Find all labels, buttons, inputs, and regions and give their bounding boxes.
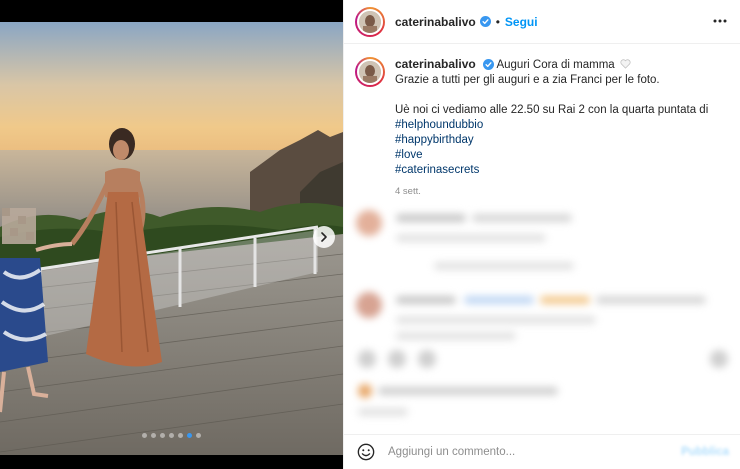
carousel-dot — [169, 433, 174, 438]
carousel-dot — [142, 433, 147, 438]
hashtag-link[interactable]: #caterinasecrets — [395, 163, 715, 178]
chevron-right-icon — [321, 232, 327, 242]
carousel-next-button[interactable] — [313, 226, 335, 248]
follow-button[interactable]: Segui — [505, 15, 538, 29]
more-horizontal-icon[interactable] — [713, 13, 727, 29]
white-heart-icon — [620, 59, 631, 69]
carousel-dot — [160, 433, 165, 438]
author-username[interactable]: caterinabalivo — [395, 15, 476, 29]
verified-badge-icon — [482, 59, 494, 70]
carousel-indicator — [0, 433, 343, 438]
carousel-dot — [196, 433, 201, 438]
publish-button[interactable]: Pubblica — [681, 446, 729, 458]
post-photo — [0, 0, 343, 469]
author-avatar[interactable] — [355, 6, 385, 37]
post-details-panel: caterinabalivo • Segui caterinabalivo Au… — [343, 0, 740, 469]
carousel-dot — [151, 433, 156, 438]
post-header: caterinabalivo • Segui — [344, 0, 740, 44]
caption-line-3: Uè noi ci vediamo alle 22.50 su Rai 2 co… — [395, 104, 709, 116]
sunset-terrace-photo — [0, 22, 343, 455]
caption-line-2: Grazie a tutti per gli auguri e a zia Fr… — [395, 74, 660, 86]
caption-avatar[interactable] — [355, 57, 385, 87]
hashtag-link[interactable]: #happybirthday — [395, 133, 715, 148]
hashtag-link[interactable]: #love — [395, 148, 715, 163]
caption-line-1: Auguri Cora di mamma — [496, 59, 615, 71]
header-separator: • — [495, 14, 500, 29]
comment-input[interactable] — [388, 446, 658, 458]
caption-username[interactable]: caterinabalivo — [395, 57, 476, 71]
photo-letterbox-bottom — [0, 455, 343, 469]
hashtag-link[interactable]: #helphoundubbio — [395, 118, 715, 133]
carousel-dot — [178, 433, 183, 438]
add-comment-bar: Pubblica — [344, 434, 740, 469]
blurred-comments-area — [344, 200, 740, 425]
verified-badge-icon — [479, 16, 491, 27]
photo-letterbox-top — [0, 0, 343, 22]
post-timestamp[interactable]: 4 sett. — [395, 184, 715, 199]
post-caption: caterinabalivo Auguri Cora di mamma Graz… — [355, 57, 735, 199]
carousel-dot — [187, 433, 192, 438]
caption-text: caterinabalivo Auguri Cora di mamma Graz… — [395, 57, 715, 199]
smiley-icon[interactable] — [357, 443, 375, 461]
